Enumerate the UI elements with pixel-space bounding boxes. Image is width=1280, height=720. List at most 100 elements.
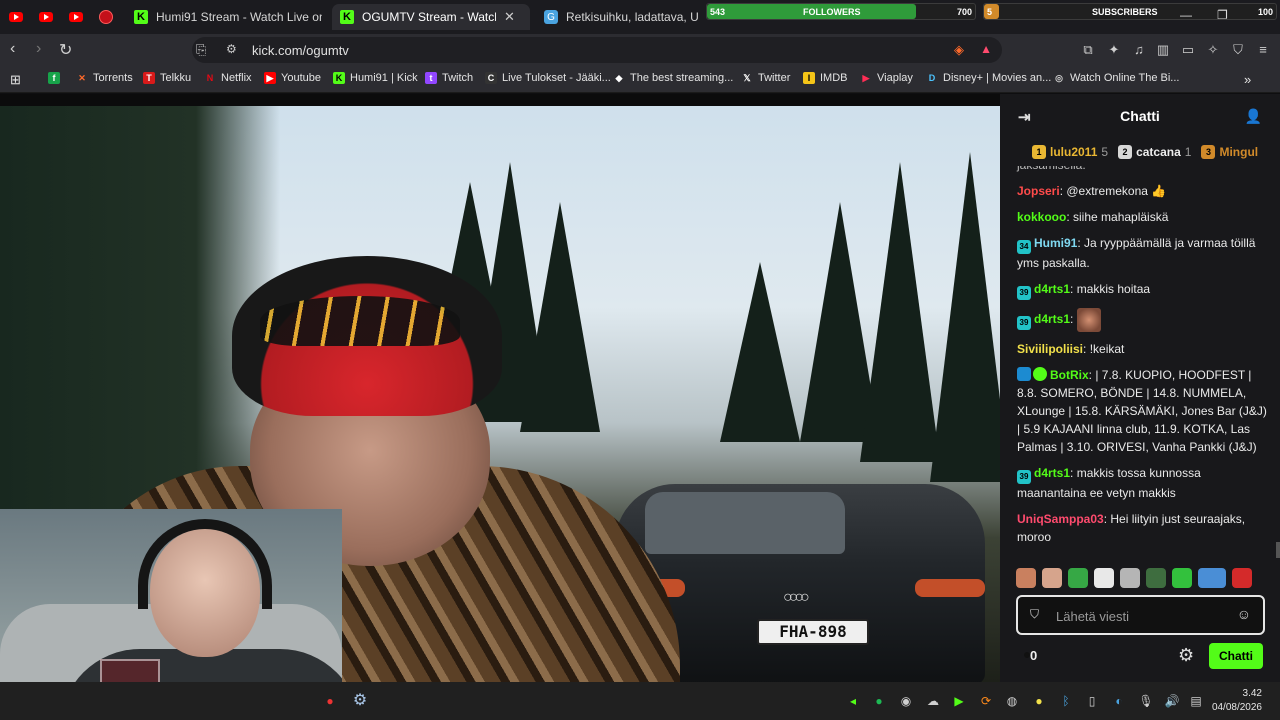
sync-icon[interactable]: ⟳ — [978, 693, 994, 709]
chat-scrollbar[interactable] — [1276, 542, 1280, 558]
tray-chevron-icon[interactable]: ◂ — [845, 693, 861, 709]
tab-label: Humi91 Stream - Watch Live on Kick — [156, 10, 322, 24]
microphone-icon[interactable]: 🎙 — [1138, 693, 1154, 709]
media-icon[interactable]: ♫ — [1131, 42, 1147, 58]
bookmark-twitter[interactable]: 𝕏 Twitter — [741, 72, 790, 84]
emote-7[interactable] — [1172, 568, 1192, 588]
apps-icon[interactable]: ⊞ — [10, 72, 21, 88]
pinned-tab-other[interactable] — [94, 6, 118, 28]
emote-2[interactable] — [1042, 568, 1062, 588]
brave-rewards-icon[interactable]: ▲ — [980, 42, 992, 56]
collapse-chat-icon[interactable]: ⇥ — [1018, 108, 1031, 126]
chat-username[interactable]: d4rts1 — [1034, 282, 1070, 296]
emote-3[interactable] — [1068, 568, 1088, 588]
screenshot-icon[interactable]: ⧉ — [1080, 42, 1096, 58]
leader-name: Mingul — [1219, 145, 1259, 159]
chat-text: !keikat — [1089, 342, 1125, 356]
bookmark-viaplay[interactable]: ▶ Viaplay — [860, 72, 913, 84]
forward-icon[interactable]: › — [36, 40, 41, 58]
pinned-tab-youtube-3[interactable] — [64, 6, 88, 28]
volume-icon[interactable]: 🔊 — [1164, 693, 1180, 709]
bookmark-imdb[interactable]: I IMDB — [803, 72, 848, 84]
bookmark-watch-online[interactable]: ◎ Watch Online The Bi... — [1053, 72, 1179, 84]
menu-icon[interactable]: ≡ — [1255, 42, 1271, 58]
minimize-icon[interactable]: — — [1180, 8, 1192, 22]
brave-shield-icon[interactable]: ◈ — [954, 42, 964, 58]
bookmark-youtube[interactable]: ▶ Youtube — [264, 72, 321, 84]
emote-8[interactable] — [1198, 568, 1226, 588]
more-bookmarks-icon[interactable]: » — [1244, 72, 1251, 87]
user-settings-icon[interactable]: 👤 — [1245, 108, 1262, 125]
edge-icon[interactable]: ◐ — [1111, 693, 1127, 709]
send-chat-button[interactable]: Chatti — [1209, 643, 1263, 669]
bookmark-torrents[interactable]: ✕ Torrents — [76, 72, 133, 84]
chat-message-input[interactable] — [1056, 606, 1231, 626]
system-clock[interactable]: 3.42 04/08/2026 — [1212, 687, 1262, 715]
chat-username[interactable]: BotRix — [1050, 368, 1089, 382]
emote-4[interactable] — [1094, 568, 1114, 588]
emote-5[interactable] — [1120, 568, 1140, 588]
reload-icon[interactable]: ↻ — [59, 40, 72, 60]
bookmark-streaming[interactable]: ◆ The best streaming... — [613, 72, 734, 84]
chat-username[interactable]: Siviilipoliisi — [1017, 342, 1083, 356]
chat-username[interactable]: Humi91 — [1034, 236, 1077, 250]
emote-quick-bar — [1016, 568, 1276, 592]
url-text: kick.com/ogumtv — [252, 42, 349, 58]
shield-icon[interactable]: ⛉ — [1030, 607, 1039, 622]
bookmark-icon[interactable]: ⎘ — [196, 42, 206, 58]
emote-9[interactable] — [1232, 568, 1252, 588]
app-tray-icon[interactable]: ● — [1031, 693, 1047, 709]
subscriber-badge: 39 — [1017, 470, 1031, 484]
site-settings-icon[interactable]: ⚙ — [226, 42, 237, 56]
bookmark-telkku[interactable]: T Telkku — [143, 72, 191, 84]
bookmark-disney[interactable]: D Disney+ | Movies an... — [926, 72, 1052, 84]
chat-settings-icon[interactable]: ⚙ — [1178, 645, 1194, 666]
tab-retkisuihku[interactable]: G Retkisuihku, ladattava, USB | Clas — [536, 4, 706, 30]
imdb-icon: I — [803, 72, 815, 84]
bookmark-netflix[interactable]: N Netflix — [204, 72, 252, 84]
chat-username[interactable]: UniqSamppa03 — [1017, 512, 1104, 526]
chat-username[interactable]: d4rts1 — [1034, 466, 1070, 480]
bookmark-twitch[interactable]: t Twitch — [425, 72, 473, 84]
pinned-tab-youtube-2[interactable] — [34, 6, 58, 28]
bookmark-unlabeled[interactable]: f — [48, 72, 60, 84]
wallet-icon[interactable]: ▭ — [1180, 42, 1196, 58]
notification-dot-icon: ● — [326, 694, 334, 708]
chat-message: kokkooo: siihe mahapläiskä — [1017, 210, 1169, 224]
emote-1[interactable] — [1016, 568, 1036, 588]
tree — [860, 162, 940, 462]
tab-ogumtv[interactable]: K OGUMTV Stream - Watch Live ✕ — [332, 4, 530, 30]
usb-icon[interactable]: ▯ — [1084, 693, 1100, 709]
pinned-tab-youtube-1[interactable] — [4, 6, 28, 28]
extensions-icon[interactable]: ✦ — [1106, 42, 1122, 58]
address-bar[interactable]: ⎘ ⚙ kick.com/ogumtv ◈ ▲ — [192, 37, 1002, 63]
leader-2[interactable]: 2 catcana 1 — [1118, 145, 1191, 159]
back-icon[interactable]: ‹ — [10, 40, 15, 58]
settings-app-icon[interactable]: ⚙ — [352, 693, 368, 709]
emoji-picker-icon[interactable]: ☺ — [1237, 606, 1251, 622]
bluetooth-icon[interactable]: ᛒ — [1058, 693, 1074, 709]
play-icon[interactable]: ▶ — [951, 693, 967, 709]
spotify-icon[interactable]: ● — [871, 693, 887, 709]
chat-username[interactable]: d4rts1 — [1034, 312, 1070, 326]
vpn-icon[interactable]: ⛉ — [1230, 42, 1246, 58]
leader-1[interactable]: 1 lulu2011 5 — [1032, 145, 1108, 159]
leo-ai-icon[interactable]: ✧ — [1205, 42, 1221, 58]
chat-username[interactable]: Jopseri — [1017, 184, 1060, 198]
emote-6[interactable] — [1146, 568, 1166, 588]
bookmark-humi91-kick[interactable]: K Humi91 | Kick — [333, 72, 418, 84]
tab-humi91[interactable]: K Humi91 Stream - Watch Live on Kick — [126, 4, 330, 30]
car-window — [645, 492, 845, 554]
close-tab-icon[interactable]: ✕ — [504, 9, 515, 25]
maximize-icon[interactable]: ❐ — [1217, 8, 1228, 22]
leader-3[interactable]: 3 Mingul — [1201, 145, 1258, 159]
cloud-icon[interactable]: ☁ — [925, 693, 941, 709]
bookmark-label: Netflix — [221, 72, 252, 84]
discord-icon[interactable]: ◉ — [898, 693, 914, 709]
network-icon[interactable]: ▤ — [1188, 693, 1204, 709]
bookmark-label: Youtube — [281, 72, 321, 84]
bookmark-live-tulokset[interactable]: C Live Tulokset - Jääki... — [485, 72, 611, 84]
steam-icon[interactable]: ◍ — [1004, 693, 1020, 709]
chat-username[interactable]: kokkooo — [1017, 210, 1066, 224]
sidebar-icon[interactable]: ▥ — [1155, 42, 1171, 58]
